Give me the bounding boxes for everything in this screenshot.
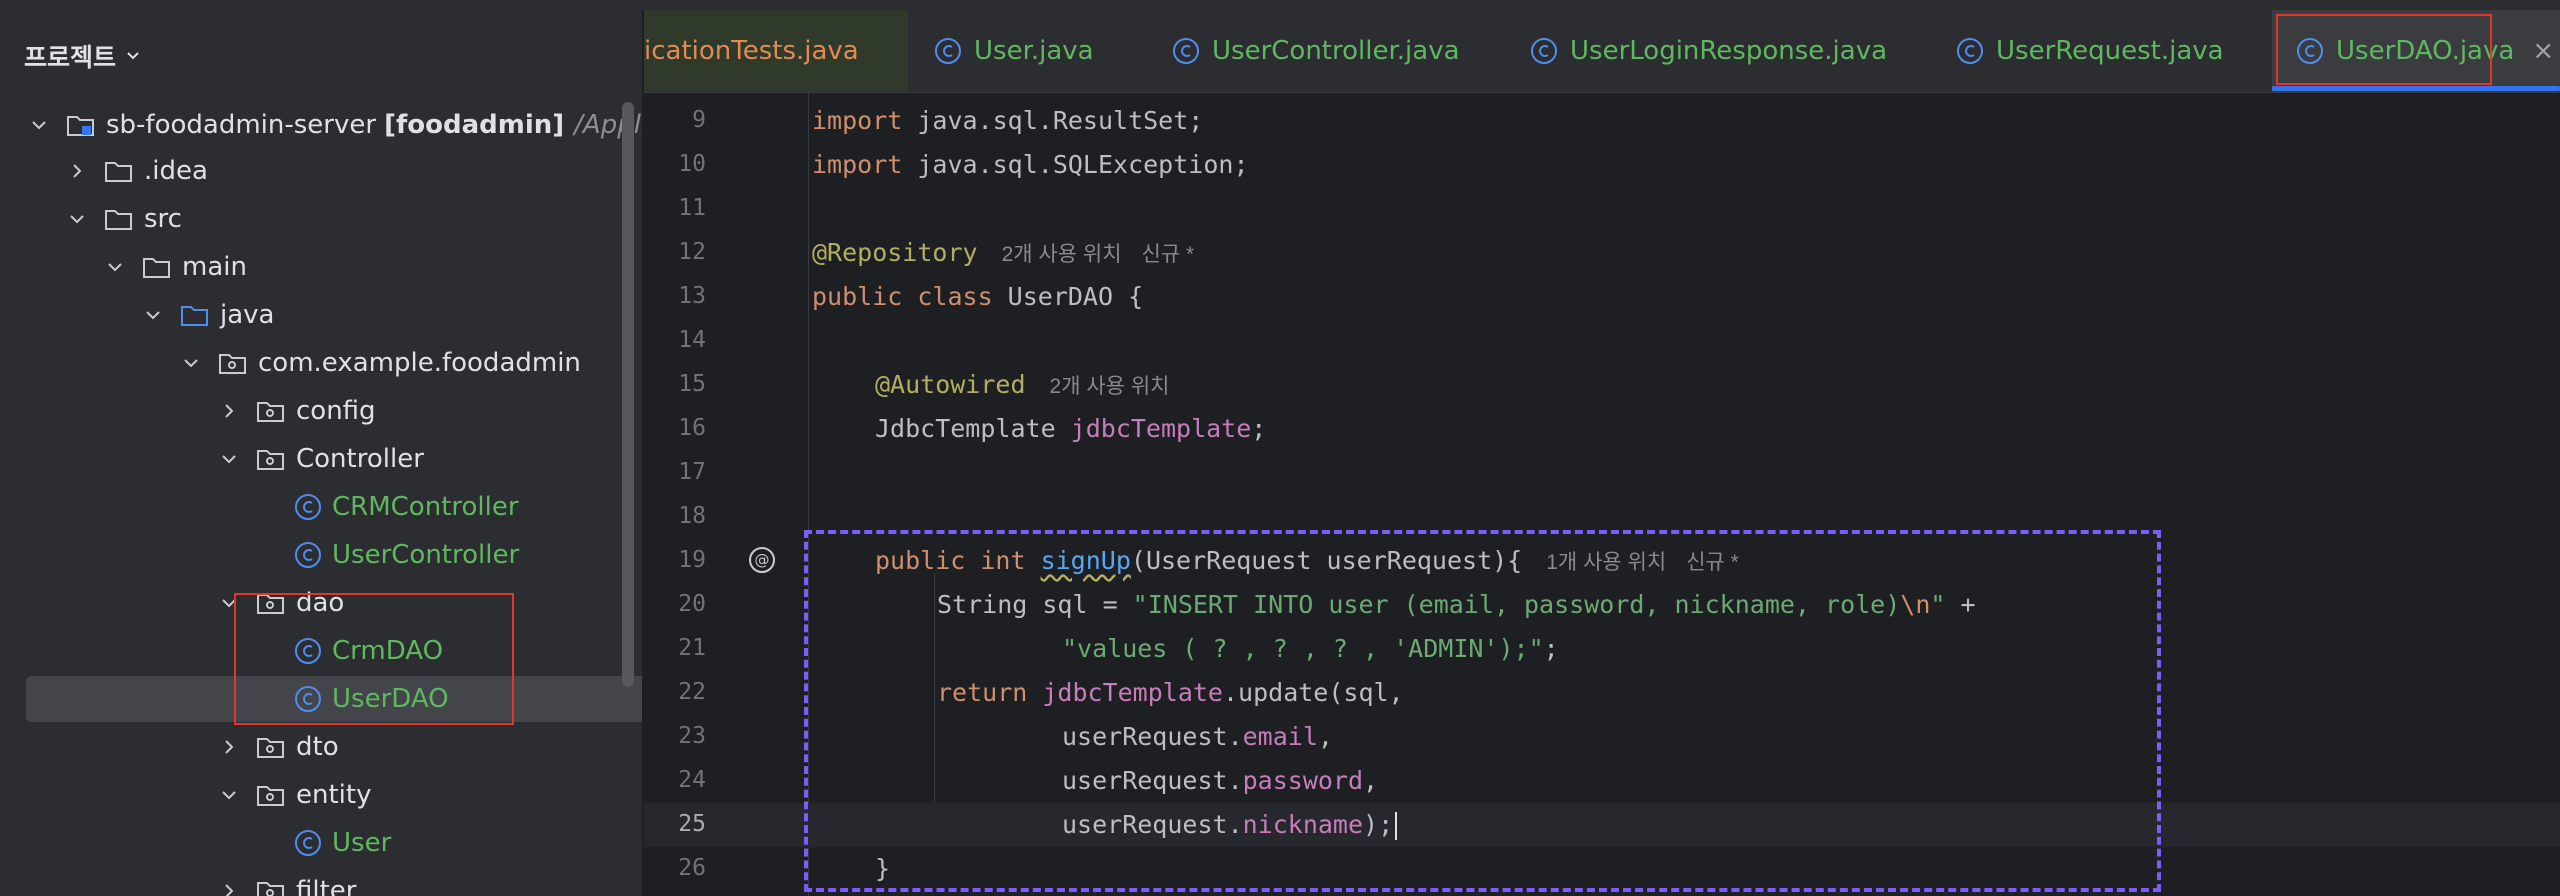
folder-icon xyxy=(143,258,170,278)
tree-label-config: config xyxy=(296,396,376,426)
code-line: 11 xyxy=(678,195,706,221)
package-icon xyxy=(219,354,246,374)
annotation-box-active-tab xyxy=(2276,14,2492,85)
class-icon xyxy=(295,830,321,856)
tree-label-user-controller: UserController xyxy=(332,540,520,570)
project-panel-scrollbar[interactable] xyxy=(622,102,634,687)
tree-label-java: java xyxy=(220,300,275,330)
class-icon xyxy=(295,542,321,568)
tab-label: UserController.java xyxy=(1212,36,1460,66)
tree-item-root[interactable]: sb-foodadmin-server [foodadmin] /Applic xyxy=(0,102,642,148)
annotation-box-dao xyxy=(234,593,514,725)
project-panel: 프로젝트 sb-foodadmin-server [foodadmin] /Ap… xyxy=(0,10,642,896)
code-line: 16 JdbcTemplate jdbcTemplate; xyxy=(678,414,1267,443)
tab-user[interactable]: User.java xyxy=(934,10,1094,92)
class-icon xyxy=(295,494,321,520)
tree-item-java[interactable]: java xyxy=(0,292,642,338)
tree-item-user-controller[interactable]: UserController xyxy=(0,532,642,578)
tree-item-idea[interactable]: .idea xyxy=(0,148,642,194)
code-line: 15 @Autowired 2개 사용 위치 xyxy=(678,370,1170,399)
tree-label-entity: entity xyxy=(296,780,372,810)
tree-item-config[interactable]: config xyxy=(0,388,642,434)
chevron-down-icon xyxy=(32,121,46,130)
tab-label: UserLoginResponse.java xyxy=(1570,36,1888,66)
tree-item-crm-controller[interactable]: CRMController xyxy=(0,484,642,530)
tree-item-entity[interactable]: entity xyxy=(0,772,642,818)
tab-label: UserRequest.java xyxy=(1996,36,2224,66)
source-folder-icon xyxy=(181,306,208,326)
chevron-down-icon xyxy=(70,215,84,224)
close-icon[interactable]: × xyxy=(2532,36,2554,66)
active-tab-indicator xyxy=(2272,86,2560,91)
package-icon xyxy=(257,738,284,758)
class-icon xyxy=(935,38,961,64)
tree-item-controller[interactable]: Controller xyxy=(0,436,642,482)
module-folder-icon xyxy=(67,116,94,136)
chevron-down-icon xyxy=(222,791,236,800)
tree-label-crm-controller: CRMController xyxy=(332,492,519,522)
tree-item-user[interactable]: User xyxy=(0,820,642,866)
usage-hint[interactable]: 2개 사용 위치 xyxy=(1050,375,1170,398)
code-line: 17 xyxy=(678,459,706,485)
chevron-down-icon xyxy=(127,52,139,60)
class-icon xyxy=(1957,38,1983,64)
chevron-right-icon xyxy=(225,884,234,896)
svg-text:@: @ xyxy=(755,551,770,569)
window-top-strip xyxy=(0,0,2560,10)
tree-item-dto[interactable]: dto xyxy=(0,724,642,770)
new-hint: 신규 * xyxy=(1141,243,1195,266)
annotation-box-signup-method xyxy=(804,530,2161,892)
chevron-right-icon xyxy=(225,404,234,418)
tree-label-main: main xyxy=(182,252,247,282)
tab-user-controller[interactable]: UserController.java xyxy=(1172,10,1460,92)
tree-label-idea: .idea xyxy=(144,156,208,186)
bean-usage-gutter-icon[interactable]: @ xyxy=(748,546,776,574)
tree-root-label: sb-foodadmin-server xyxy=(106,110,377,140)
tab-user-request[interactable]: UserRequest.java xyxy=(1956,10,2224,92)
project-panel-header[interactable]: 프로젝트 xyxy=(24,38,140,74)
tree-item-src[interactable]: src xyxy=(0,196,642,242)
package-icon xyxy=(257,786,284,806)
package-icon xyxy=(257,882,284,896)
chevron-down-icon xyxy=(222,455,236,464)
class-icon xyxy=(1173,38,1199,64)
chevron-right-icon xyxy=(225,740,234,754)
editor-tab-bar: icationTests.java User.java UserControll… xyxy=(644,10,2560,93)
chevron-down-icon xyxy=(184,359,198,368)
chevron-down-icon xyxy=(146,311,160,320)
tree-item-package[interactable]: com.example.foodadmin xyxy=(0,340,642,386)
tab-label: icationTests.java xyxy=(644,36,859,66)
tab-label: User.java xyxy=(974,36,1094,66)
tab-user-login-response[interactable]: UserLoginResponse.java xyxy=(1530,10,1887,92)
folder-icon xyxy=(105,162,132,182)
tree-label-package: com.example.foodadmin xyxy=(258,348,581,378)
code-line: 13 public class UserDAO { xyxy=(678,282,1144,311)
tree-label-filter: filter xyxy=(296,876,357,896)
package-icon xyxy=(257,450,284,470)
tree-label-user: User xyxy=(332,828,392,858)
project-panel-title: 프로젝트 xyxy=(24,43,117,72)
code-line: 10 import java.sql.SQLException; xyxy=(678,150,1249,179)
tree-label-src: src xyxy=(144,204,182,234)
chevron-down-icon xyxy=(108,263,122,272)
code-line: 12 @Repository 2개 사용 위치 신규 * xyxy=(678,238,1195,267)
tree-label-dto: dto xyxy=(296,732,339,762)
usage-hint[interactable]: 2개 사용 위치 xyxy=(1002,243,1122,266)
code-line: 9 import java.sql.ResultSet; xyxy=(692,106,1204,135)
class-icon xyxy=(1531,38,1557,64)
tree-item-main[interactable]: main xyxy=(0,244,642,290)
tree-root-module: [foodadmin] xyxy=(384,110,565,140)
tree-item-filter[interactable]: filter xyxy=(0,868,642,896)
code-line: 14 xyxy=(678,327,706,353)
tree-label-controller: Controller xyxy=(296,444,424,474)
folder-icon xyxy=(105,210,132,230)
chevron-right-icon xyxy=(73,164,82,178)
tab-application-tests[interactable]: icationTests.java xyxy=(644,10,908,92)
package-icon xyxy=(257,402,284,422)
